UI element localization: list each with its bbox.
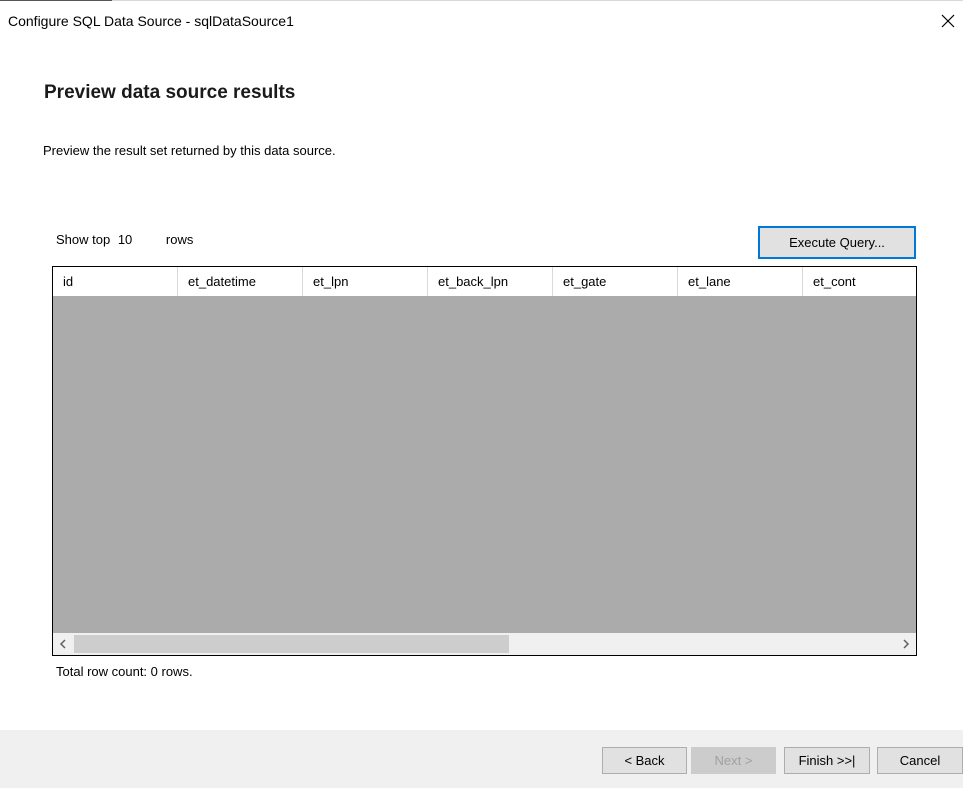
chevron-left-icon xyxy=(59,639,66,649)
page-description: Preview the result set returned by this … xyxy=(43,143,336,158)
scroll-left-button[interactable] xyxy=(53,633,73,655)
close-icon xyxy=(941,14,955,28)
show-top-rows: Show top 10 rows xyxy=(56,232,193,247)
page-title: Preview data source results xyxy=(44,82,296,103)
grid-header-row: id et_datetime et_lpn et_back_lpn et_gat… xyxy=(53,267,916,296)
column-header-et-gate[interactable]: et_gate xyxy=(553,267,678,296)
column-header-et-cont[interactable]: et_cont xyxy=(803,267,916,296)
scrollbar-thumb[interactable] xyxy=(74,635,509,653)
show-top-count: 10 xyxy=(117,232,133,247)
show-top-label: Show top xyxy=(56,232,111,247)
column-header-et-lane[interactable]: et_lane xyxy=(678,267,803,296)
column-header-et-lpn[interactable]: et_lpn xyxy=(303,267,428,296)
finish-button[interactable]: Finish >>| xyxy=(784,747,870,774)
chevron-right-icon xyxy=(903,639,910,649)
title-bar: Configure SQL Data Source - sqlDataSourc… xyxy=(0,3,963,39)
window-title: Configure SQL Data Source - sqlDataSourc… xyxy=(8,13,294,29)
execute-query-button[interactable]: Execute Query... xyxy=(758,226,916,259)
close-button[interactable] xyxy=(933,6,963,36)
scroll-right-button[interactable] xyxy=(896,633,916,655)
column-header-et-back-lpn[interactable]: et_back_lpn xyxy=(428,267,553,296)
back-button[interactable]: < Back xyxy=(602,747,687,774)
cancel-button[interactable]: Cancel xyxy=(877,747,963,774)
column-header-et-datetime[interactable]: et_datetime xyxy=(178,267,303,296)
rows-label: rows xyxy=(165,232,194,247)
window-top-accent xyxy=(0,0,112,1)
next-button[interactable]: Next > xyxy=(691,747,776,774)
total-row-count: Total row count: 0 rows. xyxy=(56,664,193,679)
results-grid[interactable]: id et_datetime et_lpn et_back_lpn et_gat… xyxy=(52,266,917,656)
wizard-footer: < Back Next > Finish >>| Cancel xyxy=(0,730,963,788)
horizontal-scrollbar[interactable] xyxy=(53,633,916,655)
column-header-id[interactable]: id xyxy=(53,267,178,296)
